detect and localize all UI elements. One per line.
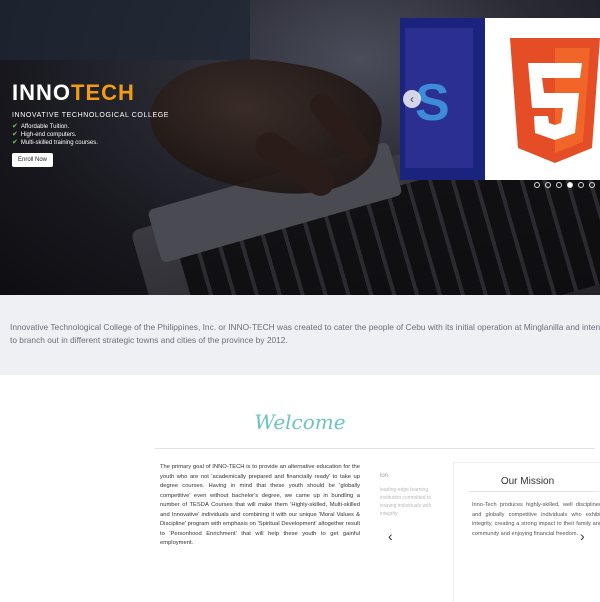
slider-dot[interactable] <box>534 182 540 188</box>
slider-dot-active[interactable] <box>567 182 573 188</box>
brand-logo: INNOTECH <box>12 80 169 106</box>
feature-item: ✔ Affordable Tuition. <box>12 123 70 130</box>
brand-block: INNOTECH INNOVATIVE TECHNOLOGICAL COLLEG… <box>12 80 169 167</box>
carousel-prev-arrow-icon[interactable]: ‹ <box>388 528 393 544</box>
mission-card: Our Mission Inno-Tech produces highly-sk… <box>453 462 600 602</box>
slider-dot[interactable] <box>545 182 551 188</box>
check-icon: ✔ <box>12 131 18 138</box>
goal-paragraph: The primary goal of INNO-TECH is to prov… <box>160 464 360 546</box>
check-icon: ✔ <box>12 139 18 146</box>
feature-list: ✔ Affordable Tuition. ✔ High-end computers… <box>12 123 169 147</box>
vision-text: leading-edge learning institution commit… <box>380 487 432 517</box>
intro-section: Innovative Technological College of the … <box>0 295 600 375</box>
slider-dot[interactable] <box>578 182 584 188</box>
html5-logo-icon <box>510 38 600 163</box>
feature-item: ✔ High-end computers. <box>12 131 77 138</box>
slider-dots <box>534 182 595 188</box>
brand-main: INNO <box>12 80 71 105</box>
sleeve-decor <box>0 0 250 60</box>
brand-subtitle: INNOVATIVE TECHNOLOGICAL COLLEGE <box>12 112 170 119</box>
feature-item: ✔ Multi-skilled training courses. <box>12 139 98 146</box>
slider-dot[interactable] <box>556 182 562 188</box>
slider-dot[interactable] <box>589 182 595 188</box>
slider-prev-button[interactable]: ‹ <box>403 90 421 108</box>
check-icon: ✔ <box>12 123 18 130</box>
section-divider <box>155 448 595 449</box>
brand-accent: TECH <box>71 80 135 105</box>
vision-fading-card: ion leading-edge learning institution co… <box>380 472 440 518</box>
hero-banner: INNOTECH INNOVATIVE TECHNOLOGICAL COLLEG… <box>0 0 600 295</box>
welcome-title: Welcome <box>254 410 346 434</box>
s-letter: S <box>415 74 450 132</box>
enroll-now-button[interactable]: Enroll Now <box>12 153 54 167</box>
carousel-next-arrow-icon[interactable]: › <box>580 528 585 544</box>
mission-divider <box>469 491 599 492</box>
intro-text: Innovative Technological College of the … <box>10 322 600 345</box>
vision-heading: ion <box>380 473 389 479</box>
mission-title: Our Mission <box>500 476 555 487</box>
image-slider: S <box>400 18 600 180</box>
